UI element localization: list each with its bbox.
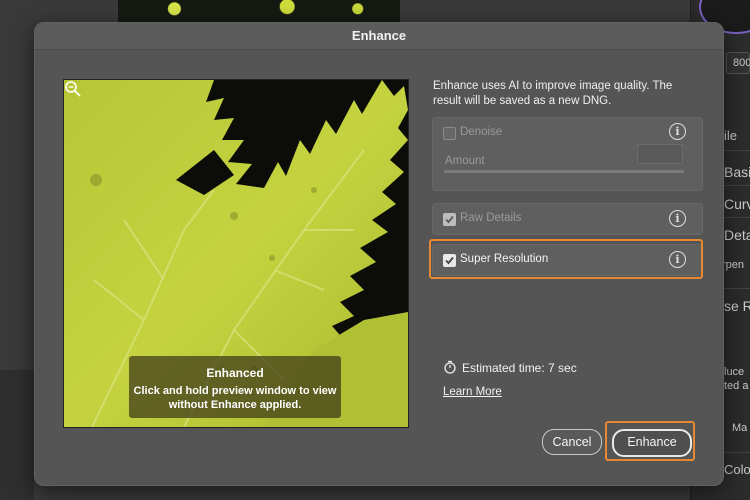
raw-details-checkbox[interactable]	[443, 213, 456, 226]
background-panel-item[interactable]: se R	[724, 298, 750, 314]
enhance-button[interactable]: Enhance	[612, 429, 692, 457]
enhance-dialog: Enhance Enhanced Click and hold preview …	[34, 22, 724, 486]
denoise-checkbox[interactable]	[443, 127, 456, 140]
background-panel-item: ile	[724, 128, 738, 143]
denoise-info-icon[interactable]: i	[669, 123, 686, 140]
overlay-description-line1: Click and hold preview window to view	[133, 385, 337, 397]
background-panel-item: 800	[733, 57, 750, 69]
dialog-title: Enhance	[35, 23, 723, 50]
panel-divider	[722, 217, 750, 218]
denoise-label: Denoise	[460, 126, 503, 138]
raw-details-group: Raw Details i	[432, 203, 703, 235]
raw-details-info-icon[interactable]: i	[669, 210, 686, 227]
super-resolution-highlight	[429, 239, 703, 279]
panel-divider	[722, 288, 750, 289]
denoise-group: Denoise i Amount	[432, 117, 703, 191]
enhance-description: Enhance uses AI to improve image quality…	[433, 80, 673, 107]
estimated-time: Estimated time: 7 sec	[462, 361, 577, 375]
stopwatch-icon	[444, 360, 456, 374]
panel-divider	[722, 185, 750, 186]
overlay-description-line2: without Enhance applied.	[168, 399, 302, 411]
panel-divider	[722, 150, 750, 151]
background-photo-strip	[118, 0, 400, 22]
checkmark-icon	[445, 215, 454, 224]
panel-divider	[722, 452, 750, 453]
raw-details-label: Raw Details	[460, 212, 522, 224]
background-left-area	[0, 370, 34, 500]
cancel-button[interactable]: Cancel	[542, 429, 602, 455]
zoom-out-icon[interactable]	[64, 80, 82, 98]
learn-more-link[interactable]: Learn More	[443, 386, 502, 398]
background-panel-item: ted a	[724, 380, 749, 392]
background-panel-item: rpen	[722, 259, 745, 271]
background-panel-item[interactable]: Curv	[724, 196, 750, 212]
background-panel-item[interactable]: Colo	[724, 462, 750, 477]
background-panel-item[interactable]: Deta	[724, 227, 750, 243]
overlay-title: Enhanced	[206, 366, 264, 380]
amount-slider[interactable]	[444, 170, 684, 173]
amount-label: Amount	[445, 155, 485, 167]
enhance-preview[interactable]: Enhanced Click and hold preview window t…	[63, 79, 409, 428]
background-panel-item: luce	[724, 366, 745, 378]
background-panel-item[interactable]: Ma	[732, 422, 747, 434]
background-panel-item[interactable]: Basi	[724, 164, 750, 180]
preview-overlay: Enhanced Click and hold preview window t…	[129, 356, 341, 418]
amount-input[interactable]	[637, 144, 683, 164]
